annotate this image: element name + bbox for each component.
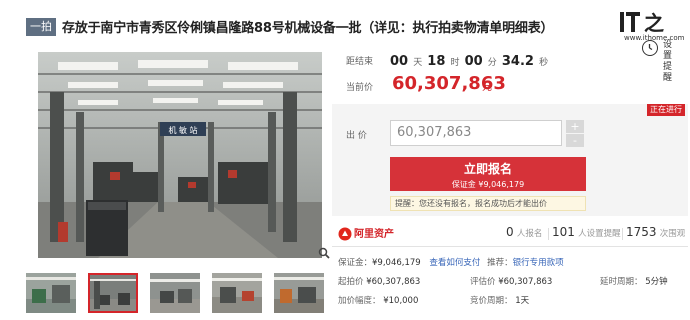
signup-title: 立即报名 (463, 162, 512, 176)
deposit-value: ¥9,046,179 (372, 258, 421, 268)
reminders-count: 101 (552, 225, 575, 239)
thumbnail-5[interactable] (274, 273, 324, 313)
start-price-value: ¥60,307,863 (366, 277, 421, 287)
auction-type-badge: 一拍 (26, 18, 56, 36)
countdown-days-unit: 天 (413, 58, 423, 68)
increase-bid-button[interactable]: + (566, 120, 584, 133)
delay-row: 延时周期： 5分钟 (600, 275, 668, 287)
recommend-label: 推荐： (487, 258, 513, 268)
signups-label: 人报名 (516, 229, 543, 239)
reminders-stat: 101 人设置提醒 (552, 225, 621, 239)
signups-count: 0 (506, 225, 514, 239)
increment-label: 加价幅度： (338, 296, 381, 306)
appraisal-row: 评估价 ¥60,307,863 (470, 275, 552, 287)
bid-input[interactable]: 60,307,863 (390, 120, 562, 146)
appraisal-label: 评估价 (470, 277, 496, 287)
ali-assets-logo-icon (338, 226, 352, 245)
appraisal-value: ¥60,307,863 (498, 277, 553, 287)
start-price-row: 起拍价 ¥60,307,863 (338, 275, 420, 287)
thumbnail-2-selected[interactable] (88, 273, 138, 313)
countdown: 00 天 18 时 00 分 34.2 秒 (390, 50, 548, 69)
clock-icon[interactable] (642, 40, 658, 56)
divider (548, 228, 549, 240)
views-count: 1753 (626, 225, 657, 239)
signups-stat: 0 人报名 (506, 225, 542, 239)
countdown-minutes-unit: 分 (487, 58, 497, 68)
current-price-label: 当前价 (346, 83, 374, 93)
countdown-days: 00 (390, 54, 409, 69)
reminders-label: 人设置提醒 (578, 229, 621, 239)
ali-assets-brand[interactable]: 阿里资产 (354, 225, 394, 240)
thumbnail-3[interactable] (150, 273, 200, 313)
increment-value: ¥10,000 (383, 296, 419, 306)
current-price-unit: 元 (482, 82, 492, 93)
page-title: 存放于南宁市青秀区伶俐镇昌隆路88号机械设备一批（详见：执行拍卖物清单明细表） (62, 21, 554, 36)
deposit-label: 保证金： (338, 258, 373, 268)
divider (622, 228, 623, 240)
magnify-icon[interactable] (318, 244, 330, 259)
countdown-label: 距结束 (346, 57, 374, 67)
countdown-seconds-unit: 秒 (539, 58, 549, 68)
signup-button[interactable]: 立即报名 保证金 ¥9,046,179 (390, 157, 586, 191)
start-price-label: 起拍价 (338, 277, 364, 287)
decrease-bid-button[interactable]: - (566, 134, 584, 147)
svg-text:之: 之 (644, 11, 664, 35)
deposit-row: 保证金：¥9,046,179 查看如何支付 推荐：银行专用款项 (338, 256, 564, 268)
set-reminder-button[interactable]: 设置提醒 (663, 40, 677, 84)
delay-label: 延时周期： (600, 277, 643, 287)
countdown-seconds: 34.2 (501, 54, 534, 69)
how-to-pay-link[interactable]: 查看如何支付 (429, 258, 480, 268)
cycle-value: 1天 (515, 296, 530, 306)
countdown-minutes: 00 (464, 54, 483, 69)
views-label: 次围观 (659, 229, 686, 239)
divider (332, 246, 688, 247)
countdown-hours-unit: 时 (450, 58, 460, 68)
delay-value: 5分钟 (645, 277, 668, 287)
increment-row: 加价幅度： ¥10,000 (338, 294, 418, 306)
cycle-row: 竞价周期： 1天 (470, 294, 529, 306)
cycle-label: 竞价周期： (470, 296, 513, 306)
hero-sign-text: 机 敏 站 (168, 125, 197, 135)
thumbnail-4[interactable] (212, 273, 262, 313)
bank-payment-link[interactable]: 银行专用款项 (513, 258, 564, 268)
main-photo[interactable]: 机 敏 站 (38, 52, 322, 258)
signup-deposit: 保证金 ¥9,046,179 (451, 180, 525, 189)
status-badge: 正在进行 (647, 104, 685, 116)
countdown-hours: 18 (427, 54, 446, 69)
bid-label: 出 价 (346, 131, 367, 141)
signup-tip: 提醒：您还没有报名，报名成功后才能出价 (390, 196, 586, 211)
thumbnail-1[interactable] (26, 273, 76, 313)
ithome-logo: 之 (620, 8, 672, 36)
views-stat: 1753 次围观 (626, 225, 685, 239)
